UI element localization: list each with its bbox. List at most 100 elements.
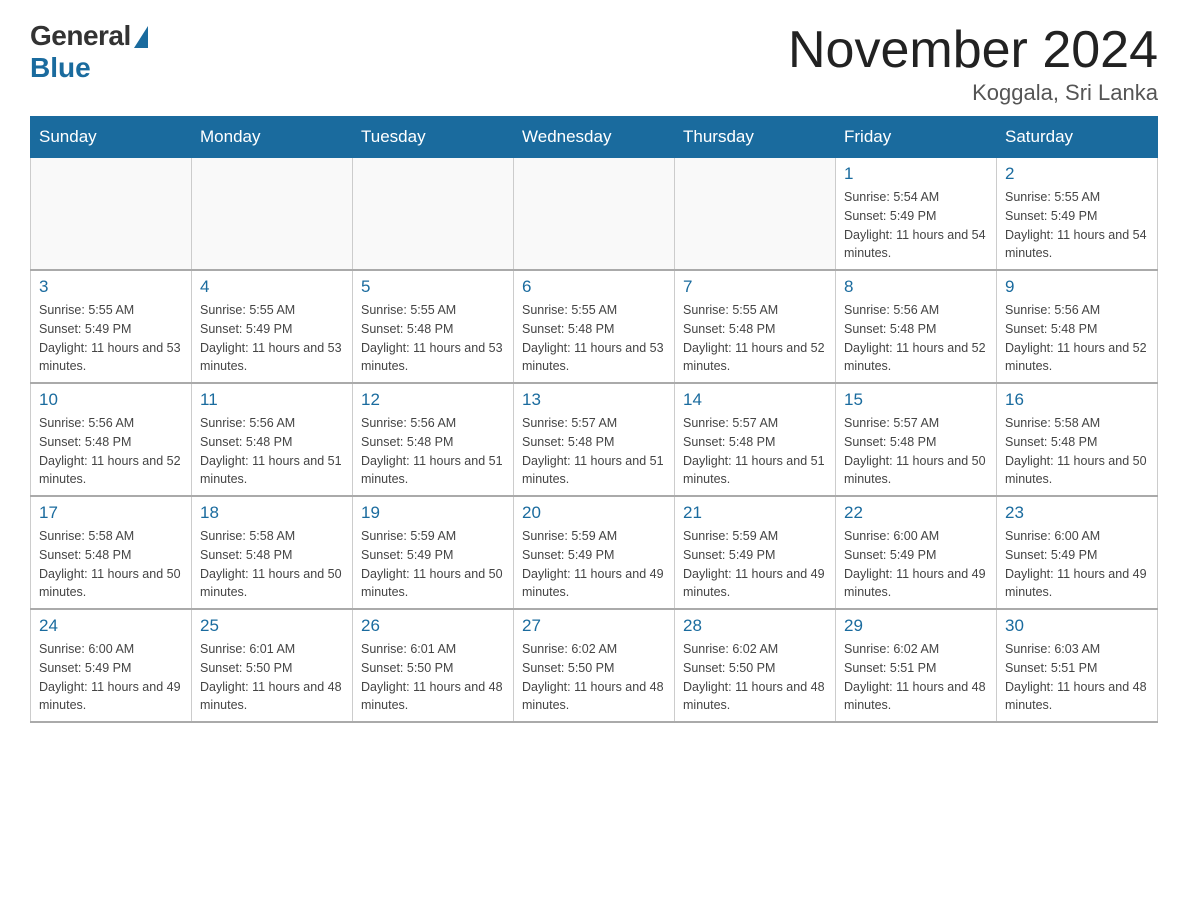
weekday-header-row: SundayMondayTuesdayWednesdayThursdayFrid… — [31, 117, 1158, 158]
calendar-day-cell: 30 Sunrise: 6:03 AM Sunset: 5:51 PM Dayli… — [997, 609, 1158, 722]
day-info: Sunrise: 6:00 AM Sunset: 5:49 PM Dayligh… — [39, 640, 183, 715]
calendar-day-cell: 22 Sunrise: 6:00 AM Sunset: 5:49 PM Dayli… — [836, 496, 997, 609]
weekday-header: Monday — [192, 117, 353, 158]
day-number: 8 — [844, 277, 988, 297]
day-info: Sunrise: 5:55 AM Sunset: 5:49 PM Dayligh… — [1005, 188, 1149, 263]
day-info: Sunrise: 6:00 AM Sunset: 5:49 PM Dayligh… — [844, 527, 988, 602]
day-info: Sunrise: 5:58 AM Sunset: 5:48 PM Dayligh… — [1005, 414, 1149, 489]
day-info: Sunrise: 5:58 AM Sunset: 5:48 PM Dayligh… — [200, 527, 344, 602]
calendar-day-cell: 15 Sunrise: 5:57 AM Sunset: 5:48 PM Dayli… — [836, 383, 997, 496]
calendar-day-cell: 19 Sunrise: 5:59 AM Sunset: 5:49 PM Dayli… — [353, 496, 514, 609]
day-info: Sunrise: 6:02 AM Sunset: 5:51 PM Dayligh… — [844, 640, 988, 715]
day-number: 28 — [683, 616, 827, 636]
calendar-day-cell: 2 Sunrise: 5:55 AM Sunset: 5:49 PM Daylig… — [997, 158, 1158, 271]
calendar-day-cell: 10 Sunrise: 5:56 AM Sunset: 5:48 PM Dayli… — [31, 383, 192, 496]
day-info: Sunrise: 5:59 AM Sunset: 5:49 PM Dayligh… — [361, 527, 505, 602]
day-info: Sunrise: 5:57 AM Sunset: 5:48 PM Dayligh… — [844, 414, 988, 489]
logo-general-text: General — [30, 20, 131, 52]
calendar-table: SundayMondayTuesdayWednesdayThursdayFrid… — [30, 116, 1158, 723]
calendar-day-cell: 17 Sunrise: 5:58 AM Sunset: 5:48 PM Dayli… — [31, 496, 192, 609]
day-number: 17 — [39, 503, 183, 523]
calendar-week-row: 10 Sunrise: 5:56 AM Sunset: 5:48 PM Dayli… — [31, 383, 1158, 496]
day-number: 23 — [1005, 503, 1149, 523]
day-info: Sunrise: 5:55 AM Sunset: 5:49 PM Dayligh… — [200, 301, 344, 376]
day-info: Sunrise: 5:59 AM Sunset: 5:49 PM Dayligh… — [522, 527, 666, 602]
calendar-day-cell: 14Sunrise: 5:57 AM Sunset: 5:48 PM Dayli… — [675, 383, 836, 496]
day-number: 26 — [361, 616, 505, 636]
calendar-day-cell: 20 Sunrise: 5:59 AM Sunset: 5:49 PM Dayli… — [514, 496, 675, 609]
calendar-day-cell: 18 Sunrise: 5:58 AM Sunset: 5:48 PM Dayli… — [192, 496, 353, 609]
day-number: 6 — [522, 277, 666, 297]
calendar-day-cell — [514, 158, 675, 271]
day-number: 4 — [200, 277, 344, 297]
calendar-day-cell: 27 Sunrise: 6:02 AM Sunset: 5:50 PM Dayli… — [514, 609, 675, 722]
day-number: 22 — [844, 503, 988, 523]
calendar-day-cell: 12Sunrise: 5:56 AM Sunset: 5:48 PM Dayli… — [353, 383, 514, 496]
logo: General Blue — [30, 20, 148, 84]
logo-blue-text: Blue — [30, 52, 91, 84]
day-info: Sunrise: 5:56 AM Sunset: 5:48 PM Dayligh… — [39, 414, 183, 489]
day-info: Sunrise: 5:54 AM Sunset: 5:49 PM Dayligh… — [844, 188, 988, 263]
weekday-header: Tuesday — [353, 117, 514, 158]
calendar-week-row: 1 Sunrise: 5:54 AM Sunset: 5:49 PM Daylig… — [31, 158, 1158, 271]
day-info: Sunrise: 5:56 AM Sunset: 5:48 PM Dayligh… — [200, 414, 344, 489]
weekday-header: Thursday — [675, 117, 836, 158]
calendar-day-cell: 5Sunrise: 5:55 AM Sunset: 5:48 PM Daylig… — [353, 270, 514, 383]
calendar-week-row: 17 Sunrise: 5:58 AM Sunset: 5:48 PM Dayli… — [31, 496, 1158, 609]
day-number: 25 — [200, 616, 344, 636]
day-number: 7 — [683, 277, 827, 297]
calendar-day-cell: 16 Sunrise: 5:58 AM Sunset: 5:48 PM Dayli… — [997, 383, 1158, 496]
day-info: Sunrise: 5:55 AM Sunset: 5:48 PM Dayligh… — [522, 301, 666, 376]
day-number: 29 — [844, 616, 988, 636]
calendar-day-cell: 23 Sunrise: 6:00 AM Sunset: 5:49 PM Dayli… — [997, 496, 1158, 609]
calendar-day-cell: 29 Sunrise: 6:02 AM Sunset: 5:51 PM Dayli… — [836, 609, 997, 722]
day-number: 21 — [683, 503, 827, 523]
weekday-header: Friday — [836, 117, 997, 158]
day-number: 10 — [39, 390, 183, 410]
day-info: Sunrise: 6:02 AM Sunset: 5:50 PM Dayligh… — [522, 640, 666, 715]
day-info: Sunrise: 5:58 AM Sunset: 5:48 PM Dayligh… — [39, 527, 183, 602]
calendar-day-cell: 11Sunrise: 5:56 AM Sunset: 5:48 PM Dayli… — [192, 383, 353, 496]
calendar-week-row: 24 Sunrise: 6:00 AM Sunset: 5:49 PM Dayli… — [31, 609, 1158, 722]
day-number: 13 — [522, 390, 666, 410]
weekday-header: Saturday — [997, 117, 1158, 158]
day-number: 1 — [844, 164, 988, 184]
day-info: Sunrise: 5:59 AM Sunset: 5:49 PM Dayligh… — [683, 527, 827, 602]
calendar-day-cell — [31, 158, 192, 271]
day-number: 15 — [844, 390, 988, 410]
day-number: 18 — [200, 503, 344, 523]
day-info: Sunrise: 5:57 AM Sunset: 5:48 PM Dayligh… — [522, 414, 666, 489]
day-info: Sunrise: 6:00 AM Sunset: 5:49 PM Dayligh… — [1005, 527, 1149, 602]
calendar-day-cell: 13 Sunrise: 5:57 AM Sunset: 5:48 PM Dayli… — [514, 383, 675, 496]
day-number: 24 — [39, 616, 183, 636]
calendar-week-row: 3 Sunrise: 5:55 AM Sunset: 5:49 PM Daylig… — [31, 270, 1158, 383]
day-number: 16 — [1005, 390, 1149, 410]
day-info: Sunrise: 6:01 AM Sunset: 5:50 PM Dayligh… — [200, 640, 344, 715]
title-section: November 2024 Koggala, Sri Lanka — [788, 20, 1158, 106]
day-info: Sunrise: 5:55 AM Sunset: 5:48 PM Dayligh… — [683, 301, 827, 376]
page-header: General Blue November 2024 Koggala, Sri … — [30, 20, 1158, 106]
month-title: November 2024 — [788, 20, 1158, 80]
day-number: 19 — [361, 503, 505, 523]
day-info: Sunrise: 5:56 AM Sunset: 5:48 PM Dayligh… — [844, 301, 988, 376]
calendar-day-cell: 6 Sunrise: 5:55 AM Sunset: 5:48 PM Daylig… — [514, 270, 675, 383]
weekday-header: Sunday — [31, 117, 192, 158]
day-info: Sunrise: 6:02 AM Sunset: 5:50 PM Dayligh… — [683, 640, 827, 715]
calendar-day-cell: 9 Sunrise: 5:56 AM Sunset: 5:48 PM Daylig… — [997, 270, 1158, 383]
calendar-day-cell: 24 Sunrise: 6:00 AM Sunset: 5:49 PM Dayli… — [31, 609, 192, 722]
day-number: 9 — [1005, 277, 1149, 297]
day-info: Sunrise: 5:56 AM Sunset: 5:48 PM Dayligh… — [1005, 301, 1149, 376]
day-number: 3 — [39, 277, 183, 297]
calendar-day-cell: 7 Sunrise: 5:55 AM Sunset: 5:48 PM Daylig… — [675, 270, 836, 383]
day-number: 2 — [1005, 164, 1149, 184]
day-number: 27 — [522, 616, 666, 636]
day-number: 30 — [1005, 616, 1149, 636]
day-number: 12 — [361, 390, 505, 410]
logo-triangle-icon — [134, 26, 148, 48]
day-number: 20 — [522, 503, 666, 523]
calendar-day-cell: 1 Sunrise: 5:54 AM Sunset: 5:49 PM Daylig… — [836, 158, 997, 271]
calendar-day-cell: 3Sunrise: 5:55 AM Sunset: 5:49 PM Daylig… — [31, 270, 192, 383]
day-info: Sunrise: 6:03 AM Sunset: 5:51 PM Dayligh… — [1005, 640, 1149, 715]
day-info: Sunrise: 6:01 AM Sunset: 5:50 PM Dayligh… — [361, 640, 505, 715]
location: Koggala, Sri Lanka — [788, 80, 1158, 106]
